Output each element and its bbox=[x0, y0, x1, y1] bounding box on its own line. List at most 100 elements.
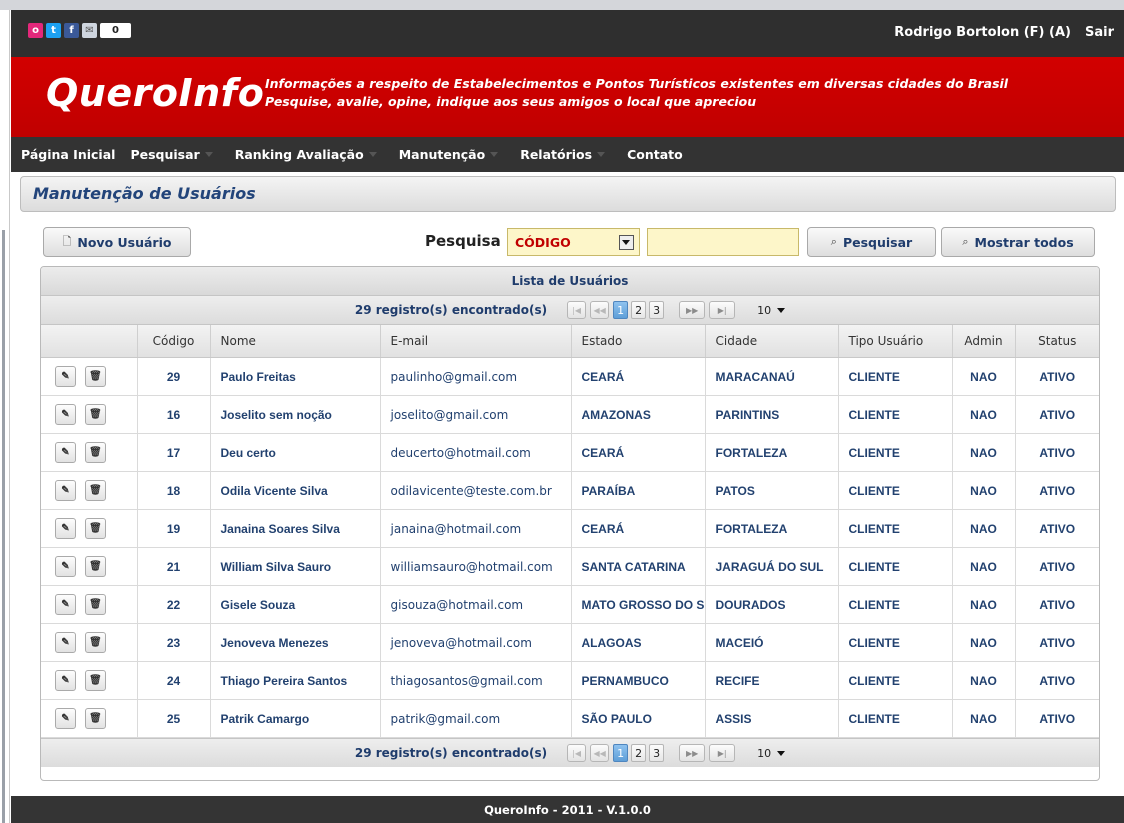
row-actions: ✎ 🗑 bbox=[51, 518, 127, 539]
edit-icon[interactable]: ✎ bbox=[55, 708, 76, 729]
logout-link[interactable]: Sair bbox=[1085, 25, 1114, 40]
col-nome[interactable]: Nome bbox=[210, 325, 381, 358]
trash-icon[interactable]: 🗑 bbox=[85, 632, 106, 653]
table-row[interactable]: ✎ 🗑 17 Deu certo deucerto@hotmail.com CEARÁ FO… bbox=[41, 433, 1099, 472]
rows-per-page-select[interactable]: 10 bbox=[757, 747, 786, 760]
edit-icon[interactable]: ✎ bbox=[55, 442, 76, 463]
table-row[interactable]: ✎ 🗑 18 Odila Vicente Silva odilavicente@test… bbox=[41, 471, 1099, 510]
trash-icon[interactable]: 🗑 bbox=[85, 518, 106, 539]
show-all-button[interactable]: ⌕ Mostrar todos bbox=[941, 227, 1095, 257]
nav-ranking-avaliacao[interactable]: Ranking Avaliação bbox=[235, 147, 377, 162]
cell-codigo: 25 bbox=[137, 699, 211, 738]
previous-page-icon[interactable]: ◀◀ bbox=[590, 744, 610, 762]
col-status[interactable]: Status bbox=[1015, 325, 1099, 358]
chevron-down-icon bbox=[490, 152, 499, 157]
cell-admin: NAO bbox=[952, 661, 1016, 700]
nav-manutencao[interactable]: Manutenção bbox=[399, 147, 499, 162]
cell-codigo: 16 bbox=[137, 395, 211, 434]
first-page-icon[interactable]: |◀ bbox=[567, 744, 587, 762]
trash-icon[interactable]: 🗑 bbox=[85, 404, 106, 425]
edit-icon[interactable]: ✎ bbox=[55, 594, 76, 615]
cell-cidade: MACEIÓ bbox=[705, 623, 839, 662]
table-row[interactable]: ✎ 🗑 23 Jenoveva Menezes jenoveva@hotmail.com… bbox=[41, 623, 1099, 662]
search-button[interactable]: ⌕ Pesquisar bbox=[807, 227, 936, 257]
facebook-icon[interactable]: f bbox=[64, 23, 79, 38]
cell-status: ATIVO bbox=[1015, 699, 1099, 738]
cell-admin: NAO bbox=[952, 357, 1016, 396]
mail-icon[interactable]: ✉ bbox=[82, 23, 97, 38]
col-codigo[interactable]: Código bbox=[137, 325, 211, 358]
page-3[interactable]: 3 bbox=[649, 301, 665, 319]
row-actions: ✎ 🗑 bbox=[51, 366, 127, 387]
twitter-icon[interactable]: t bbox=[46, 23, 61, 38]
nav-pesquisar[interactable]: Pesquisar bbox=[130, 147, 213, 162]
table-row[interactable]: ✎ 🗑 22 Gisele Souza gisouza@hotmail.com MATO … bbox=[41, 585, 1099, 624]
page-header: Manutenção de Usuários bbox=[20, 176, 1116, 212]
site-logo[interactable]: QueroInfo bbox=[46, 71, 264, 115]
page-1[interactable]: 1 bbox=[613, 301, 629, 319]
cell-status: ATIVO bbox=[1015, 661, 1099, 700]
trash-icon[interactable]: 🗑 bbox=[85, 480, 106, 501]
cell-nome: Paulo Freitas bbox=[210, 357, 381, 396]
edit-icon[interactable]: ✎ bbox=[55, 366, 76, 387]
table-row[interactable]: ✎ 🗑 21 William Silva Sauro williamsauro@hotm… bbox=[41, 547, 1099, 586]
row-actions: ✎ 🗑 bbox=[51, 442, 127, 463]
table-row[interactable]: ✎ 🗑 24 Thiago Pereira Santos thiagosantos@gm… bbox=[41, 661, 1099, 700]
cell-status: ATIVO bbox=[1015, 509, 1099, 548]
cell-admin: NAO bbox=[952, 585, 1016, 624]
col-email[interactable]: E-mail bbox=[380, 325, 572, 358]
search-field-select[interactable]: CÓDIGO bbox=[507, 228, 640, 256]
cell-estado: MATO GROSSO DO S bbox=[571, 585, 706, 624]
col-tipo-usuario[interactable]: Tipo Usuário bbox=[838, 325, 953, 358]
trash-icon[interactable]: 🗑 bbox=[85, 442, 106, 463]
edit-icon[interactable]: ✎ bbox=[55, 632, 76, 653]
next-page-icon[interactable]: ▶▶ bbox=[679, 301, 706, 319]
table-row[interactable]: ✎ 🗑 29 Paulo Freitas paulinho@gmail.com CEARÁ… bbox=[41, 357, 1099, 396]
table-row[interactable]: ✎ 🗑 16 Joselito sem noção joselito@gmail.com… bbox=[41, 395, 1099, 434]
cell-nome: Jenoveva Menezes bbox=[210, 623, 381, 662]
table-row[interactable]: ✎ 🗑 19 Janaina Soares Silva janaina@hotmail.… bbox=[41, 509, 1099, 548]
last-page-icon[interactable]: ▶| bbox=[709, 744, 736, 762]
page-footer: QueroInfo - 2011 - V.1.0.0 bbox=[11, 796, 1124, 823]
col-admin[interactable]: Admin bbox=[952, 325, 1016, 358]
new-user-button[interactable]: 🗋 Novo Usuário bbox=[43, 227, 191, 257]
previous-page-icon[interactable]: ◀◀ bbox=[590, 301, 610, 319]
trash-icon[interactable]: 🗑 bbox=[85, 708, 106, 729]
trash-icon[interactable]: 🗑 bbox=[85, 670, 106, 691]
nav-pagina-inicial[interactable]: Página Inicial bbox=[21, 147, 115, 162]
chevron-down-icon bbox=[777, 307, 786, 313]
col-cidade[interactable]: Cidade bbox=[705, 325, 839, 358]
edit-icon[interactable]: ✎ bbox=[55, 404, 76, 425]
cell-admin: NAO bbox=[952, 623, 1016, 662]
cell-email: jenoveva@hotmail.com bbox=[380, 623, 572, 662]
col-estado[interactable]: Estado bbox=[571, 325, 706, 358]
trash-icon[interactable]: 🗑 bbox=[85, 366, 106, 387]
last-page-icon[interactable]: ▶| bbox=[709, 301, 736, 319]
page-2[interactable]: 2 bbox=[631, 301, 647, 319]
cell-admin: NAO bbox=[952, 547, 1016, 586]
cell-status: ATIVO bbox=[1015, 623, 1099, 662]
nav-contato[interactable]: Contato bbox=[627, 147, 683, 162]
dropdown-arrow-icon[interactable] bbox=[619, 234, 634, 250]
rows-per-page-select[interactable]: 10 bbox=[757, 304, 786, 317]
orkut-icon[interactable]: o bbox=[28, 23, 43, 38]
edit-icon[interactable]: ✎ bbox=[55, 556, 76, 577]
cell-actions: ✎ 🗑 bbox=[41, 699, 138, 738]
nav-relatorios[interactable]: Relatórios bbox=[520, 147, 606, 162]
cell-email: patrik@gmail.com bbox=[380, 699, 572, 738]
row-actions: ✎ 🗑 bbox=[51, 404, 127, 425]
page-1[interactable]: 1 bbox=[613, 744, 629, 762]
row-actions: ✎ 🗑 bbox=[51, 480, 127, 501]
trash-icon[interactable]: 🗑 bbox=[85, 556, 106, 577]
page-2[interactable]: 2 bbox=[631, 744, 647, 762]
page-3[interactable]: 3 bbox=[649, 744, 665, 762]
next-page-icon[interactable]: ▶▶ bbox=[679, 744, 706, 762]
table-row[interactable]: ✎ 🗑 25 Patrik Camargo patrik@gmail.com SÃO PA… bbox=[41, 699, 1099, 738]
edit-icon[interactable]: ✎ bbox=[55, 480, 76, 501]
edit-icon[interactable]: ✎ bbox=[55, 670, 76, 691]
cell-email: deucerto@hotmail.com bbox=[380, 433, 572, 472]
trash-icon[interactable]: 🗑 bbox=[85, 594, 106, 615]
first-page-icon[interactable]: |◀ bbox=[567, 301, 587, 319]
search-input[interactable] bbox=[647, 228, 799, 256]
edit-icon[interactable]: ✎ bbox=[55, 518, 76, 539]
